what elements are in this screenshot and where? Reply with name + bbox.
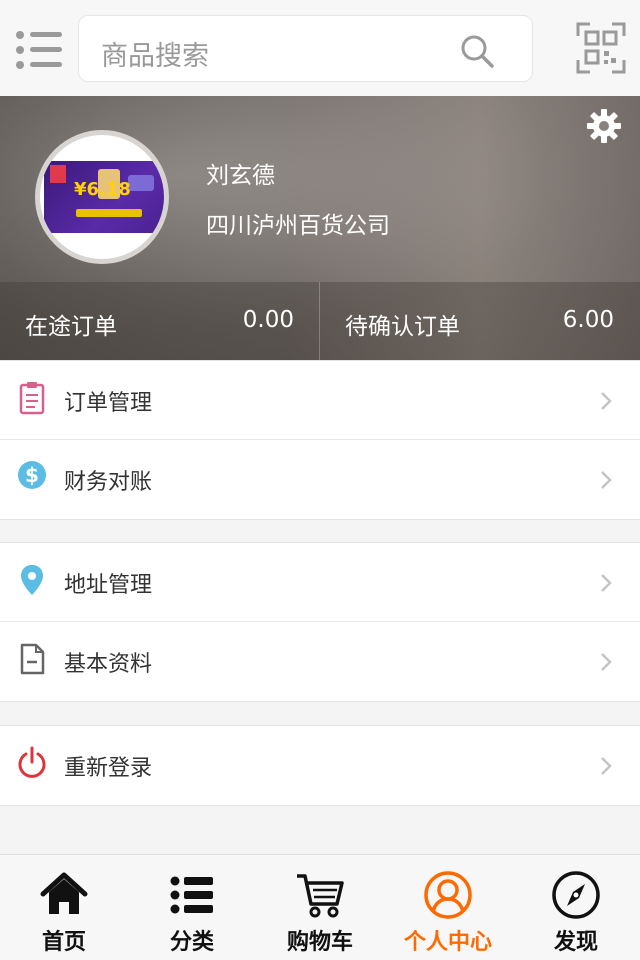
menu-item-address-management[interactable]: 地址管理 <box>0 543 640 622</box>
avatar[interactable]: ¥6.18 <box>35 130 169 264</box>
qr-scan-icon[interactable] <box>576 22 626 74</box>
menu-group-session: 重新登录 <box>0 725 640 806</box>
menu-group-orders: 订单管理 $ 财务对账 <box>0 360 640 520</box>
tab-category[interactable]: 分类 <box>128 855 256 960</box>
bottom-tab-bar: 首页 分类 购物车 个人中心 发现 <box>0 854 640 960</box>
home-icon <box>40 872 88 914</box>
search-icon[interactable] <box>460 34 494 68</box>
company-name: 四川泸州百货公司 <box>206 213 390 239</box>
stat-label: 待确认订单 <box>345 314 460 340</box>
stat-divider <box>319 282 320 361</box>
chevron-right-icon <box>601 757 612 775</box>
chevron-right-icon <box>601 653 612 671</box>
tab-home[interactable]: 首页 <box>0 855 128 960</box>
chevron-right-icon <box>601 574 612 592</box>
chevron-right-icon <box>601 471 612 489</box>
menu-item-label: 地址管理 <box>64 573 153 598</box>
search-placeholder: 商品搜索 <box>101 41 209 72</box>
tab-label: 分类 <box>169 930 214 955</box>
document-icon <box>20 643 45 675</box>
stat-value: 0.00 <box>242 307 294 333</box>
menu-item-label: 重新登录 <box>64 756 153 781</box>
tab-label: 首页 <box>41 930 86 955</box>
svg-text:$: $ <box>25 463 39 487</box>
stat-in-transit[interactable]: 在途订单 0.00 <box>0 282 320 361</box>
stat-value: 6.00 <box>562 307 614 333</box>
avatar-image: ¥6.18 <box>44 161 164 233</box>
menu-item-order-management[interactable]: 订单管理 <box>0 361 640 440</box>
cart-icon <box>297 874 344 918</box>
search-input[interactable]: 商品搜索 <box>78 15 533 82</box>
tab-label: 购物车 <box>286 930 353 955</box>
user-icon <box>424 871 472 919</box>
compass-icon <box>552 871 600 919</box>
tab-label: 发现 <box>553 930 598 955</box>
tab-user-center[interactable]: 个人中心 <box>384 855 512 960</box>
menu-item-label: 基本资料 <box>64 652 153 677</box>
power-icon <box>18 746 46 778</box>
gear-icon[interactable] <box>586 108 622 144</box>
menu-icon[interactable] <box>14 26 64 70</box>
location-pin-icon <box>21 565 43 595</box>
menu-item-label: 财务对账 <box>64 470 153 495</box>
stat-label: 在途订单 <box>25 314 117 340</box>
user-name: 刘玄德 <box>206 163 275 189</box>
chevron-right-icon <box>601 392 612 410</box>
tab-label: 个人中心 <box>403 930 492 955</box>
menu-group-profile: 地址管理 基本资料 <box>0 542 640 702</box>
menu-item-relogin[interactable]: 重新登录 <box>0 726 640 805</box>
order-stats: 在途订单 0.00 待确认订单 6.00 <box>0 282 640 361</box>
tab-cart[interactable]: 购物车 <box>256 855 384 960</box>
dollar-coin-icon: $ <box>18 461 46 489</box>
avatar-promo-text: ¥6.18 <box>74 179 131 200</box>
menu-item-finance-reconcile[interactable]: $ 财务对账 <box>0 440 640 519</box>
list-icon <box>170 876 213 914</box>
clipboard-icon <box>19 382 45 415</box>
top-bar: 商品搜索 <box>0 0 640 96</box>
stat-pending-confirm[interactable]: 待确认订单 6.00 <box>320 282 640 361</box>
tab-discover[interactable]: 发现 <box>512 855 640 960</box>
menu-item-basic-info[interactable]: 基本资料 <box>0 622 640 701</box>
menu-item-label: 订单管理 <box>64 391 153 416</box>
